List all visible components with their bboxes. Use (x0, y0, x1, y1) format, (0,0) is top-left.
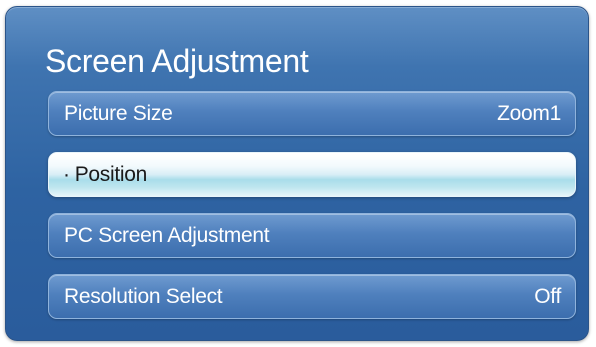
menu-item-value: Off (534, 285, 561, 308)
menu-item-label: PC Screen Adjustment (64, 224, 270, 247)
menu-item-resolution-select[interactable]: Resolution Select Off (48, 274, 576, 319)
menu-item-label: Picture Size (64, 102, 173, 125)
screen-adjustment-panel: Screen Adjustment Picture Size Zoom1 · Po… (5, 6, 589, 341)
menu-item-value: Zoom1 (497, 102, 561, 125)
selection-bullet-icon: · (63, 163, 70, 186)
menu-item-label-text: Position (74, 163, 148, 186)
menu-item-label: Resolution Select (64, 285, 223, 308)
menu-item-pc-screen-adjustment[interactable]: PC Screen Adjustment (48, 213, 576, 258)
menu-item-picture-size[interactable]: Picture Size Zoom1 (48, 91, 576, 136)
menu-item-position[interactable]: · Position (48, 152, 576, 197)
menu-item-label: · Position (63, 153, 147, 196)
menu-title: Screen Adjustment (45, 43, 309, 79)
